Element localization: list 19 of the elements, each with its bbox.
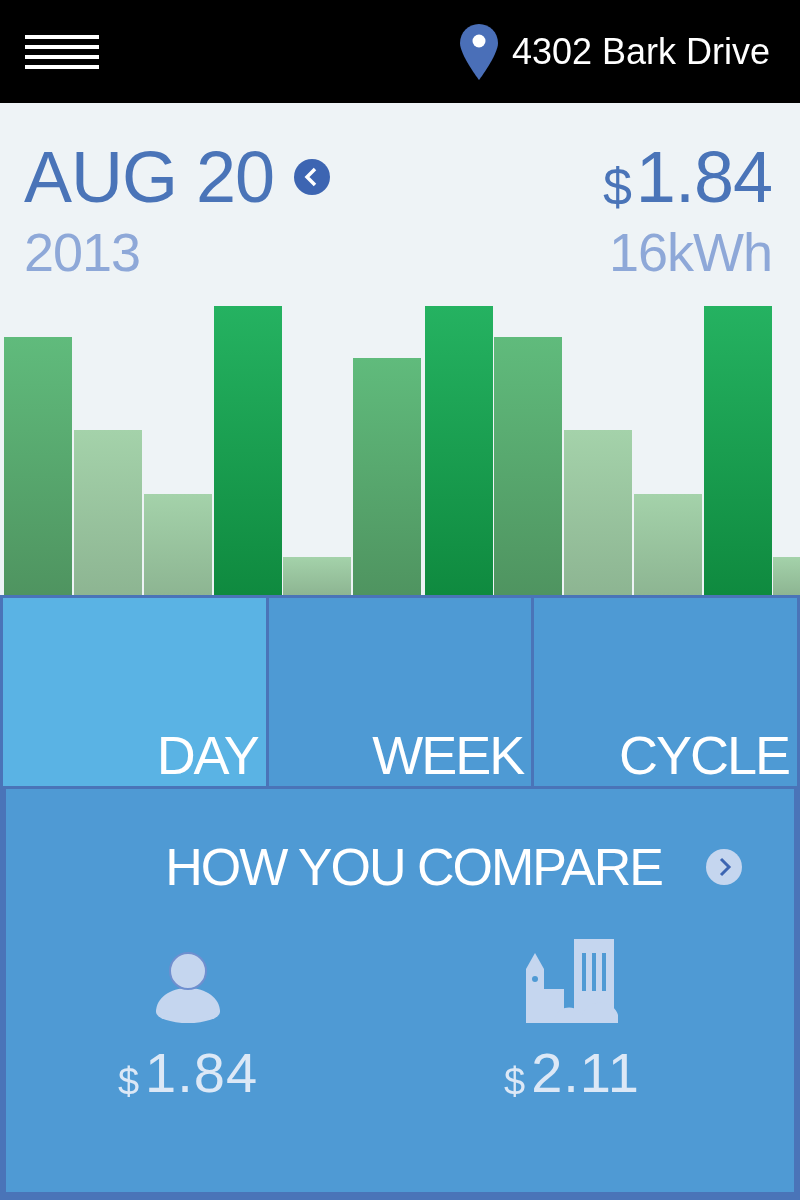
menu-icon[interactable] bbox=[25, 34, 99, 69]
location-pin-icon bbox=[459, 23, 498, 80]
section-title: HOW YOU COMPARE bbox=[165, 841, 662, 893]
cost-amount: 2.11 bbox=[531, 1045, 640, 1101]
next-button[interactable] bbox=[706, 849, 742, 885]
currency-symbol: $ bbox=[602, 161, 632, 213]
currency-symbol: $ bbox=[504, 1063, 526, 1101]
energy-usage: 16kWh bbox=[608, 225, 772, 279]
year-label: 2013 bbox=[24, 225, 142, 279]
period-tab[interactable]: DAY bbox=[3, 598, 266, 786]
city-buildings-icon bbox=[526, 939, 618, 1023]
period-tab[interactable]: WEEK bbox=[268, 598, 532, 786]
currency-symbol: $ bbox=[117, 1063, 140, 1101]
date-label: AUG 20 bbox=[24, 141, 275, 213]
previous-day-button[interactable] bbox=[294, 159, 331, 195]
cost-amount: 1.84 bbox=[145, 1045, 259, 1101]
period-tab[interactable]: CYCLE bbox=[534, 598, 797, 786]
cost-amount: 1.84 bbox=[635, 141, 772, 213]
address-label[interactable]: 4302 Bark Drive bbox=[511, 30, 770, 73]
